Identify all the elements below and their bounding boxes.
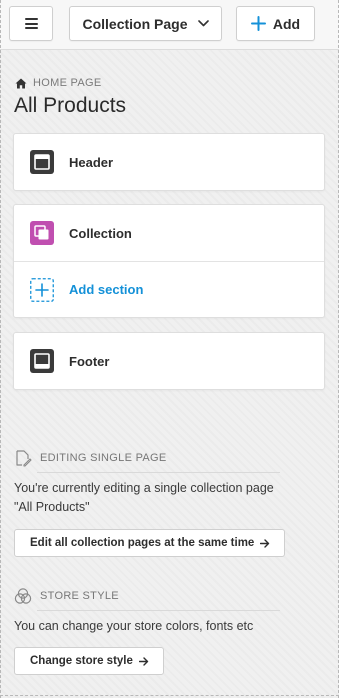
section-footer[interactable]: Footer	[14, 333, 324, 389]
add-button[interactable]: Add	[236, 6, 315, 41]
divider	[37, 610, 280, 611]
breadcrumb-label: HOME PAGE	[33, 77, 102, 89]
footer-section-icon	[30, 349, 54, 373]
store-style-heading: STORE STYLE	[14, 587, 280, 605]
change-store-style-button[interactable]: Change store style	[14, 647, 164, 675]
edit-all-collection-pages-label: Edit all collection pages at the same ti…	[30, 537, 255, 549]
hamburger-icon	[24, 18, 38, 29]
section-label: Collection	[69, 225, 132, 241]
bottom-border	[0, 695, 339, 696]
page-selector-label: Collection Page	[82, 15, 188, 32]
editing-heading: EDITING SINGLE PAGE	[14, 449, 280, 467]
header-section-card: Header	[13, 133, 325, 191]
palette-icon	[14, 588, 32, 604]
section-collection[interactable]: Collection	[14, 205, 324, 261]
section-label: Footer	[69, 353, 110, 369]
editing-description: You're currently editing a single collec…	[14, 479, 314, 517]
top-toolbar: Collection Page Add	[0, 0, 339, 50]
divider	[37, 472, 280, 473]
plus-icon	[250, 16, 266, 31]
editing-description-line2: "All Products"	[14, 500, 90, 514]
edit-all-collection-pages-button[interactable]: Edit all collection pages at the same ti…	[14, 529, 286, 557]
chevron-down-icon	[197, 20, 209, 27]
editing-description-line1: You're currently editing a single collec…	[14, 481, 274, 495]
footer-section-card: Footer	[13, 332, 325, 390]
section-header[interactable]: Header	[14, 134, 324, 190]
add-section-icon	[30, 277, 54, 302]
arrow-right-icon	[138, 656, 149, 666]
store-style-description: You can change your store colors, fonts …	[14, 619, 254, 633]
add-section-button[interactable]: Add section	[14, 261, 324, 317]
collection-section-icon	[30, 221, 54, 245]
breadcrumb[interactable]: HOME PAGE	[15, 77, 102, 89]
collection-section-card: Collection Add section	[13, 204, 325, 318]
section-label: Header	[69, 154, 114, 170]
add-section-label: Add section	[69, 282, 144, 297]
editing-heading-label: EDITING SINGLE PAGE	[40, 452, 167, 464]
menu-button[interactable]	[9, 6, 53, 41]
home-icon	[15, 78, 27, 88]
change-store-style-label: Change store style	[30, 655, 133, 667]
arrow-right-icon	[260, 538, 270, 548]
header-section-icon	[30, 150, 54, 174]
page-title: All Products	[14, 94, 127, 117]
page-edit-icon	[16, 450, 32, 467]
store-style-heading-label: STORE STYLE	[40, 590, 119, 602]
add-button-label: Add	[272, 15, 301, 32]
page-selector-dropdown[interactable]: Collection Page	[69, 6, 222, 41]
